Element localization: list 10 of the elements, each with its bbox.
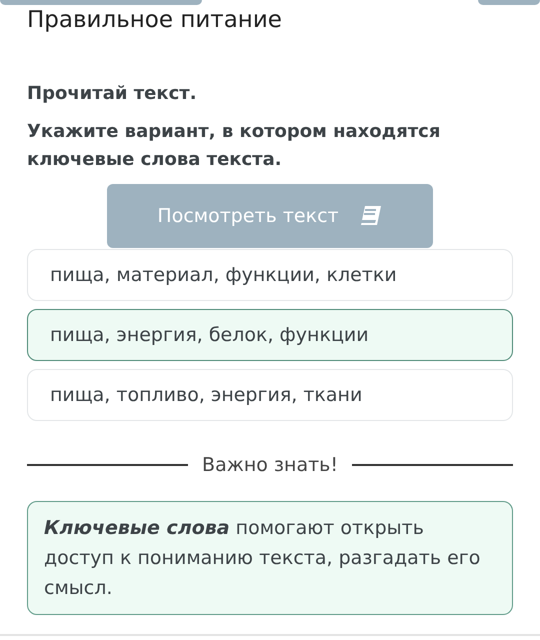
toolbar-button[interactable] bbox=[478, 0, 540, 5]
lesson-title: Правильное питание bbox=[27, 6, 283, 35]
answer-option[interactable]: пища, топливо, энергия, ткани bbox=[27, 369, 513, 421]
answer-option[interactable]: пища, энергия, белок, функции bbox=[27, 309, 513, 361]
info-note: Ключевые слова помогают открыть доступ к пониманию текста, разгадать его смысл. bbox=[27, 501, 513, 615]
section-heading: Важно знать! bbox=[202, 454, 338, 476]
instruction-text: Укажите вариант, в котором находятся ключевые слова текста. bbox=[27, 120, 442, 172]
book-icon bbox=[358, 205, 383, 227]
instruction-text: Прочитай текст. bbox=[27, 82, 198, 106]
answer-option[interactable]: пища, материал, функции, клетки bbox=[27, 249, 513, 301]
